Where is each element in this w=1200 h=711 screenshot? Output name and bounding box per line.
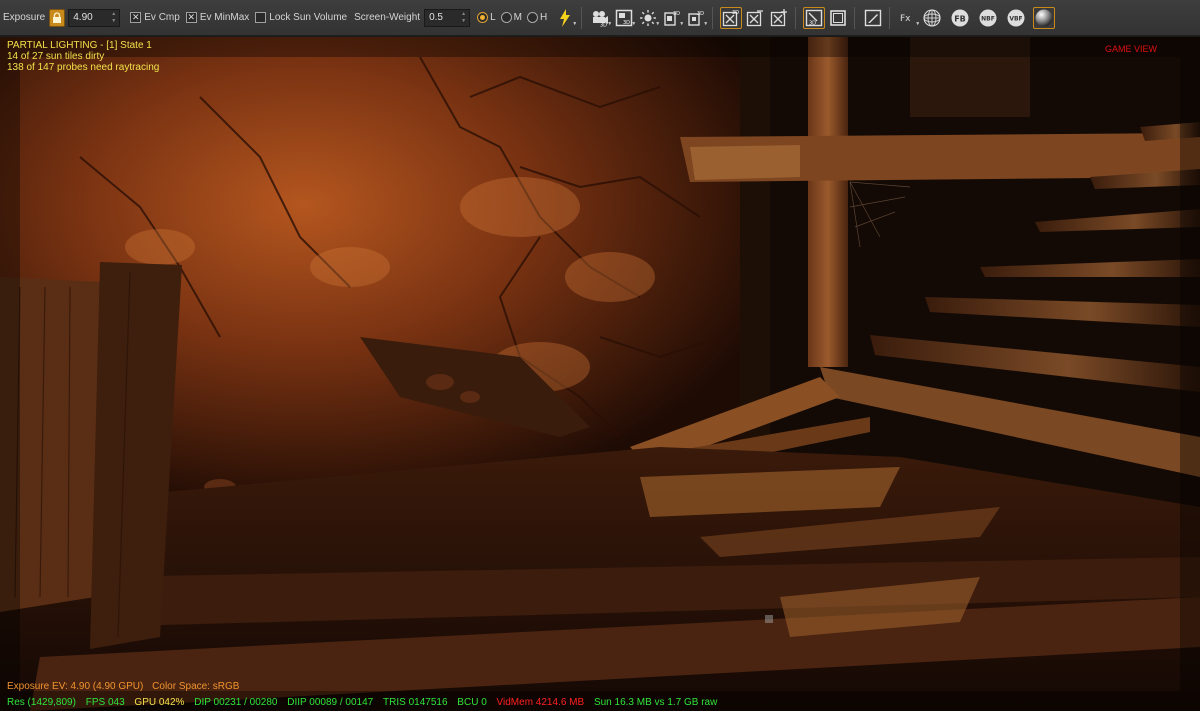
screen-weight-field[interactable]: 0.5 ▲ ▼	[424, 8, 471, 27]
sun-stat: Sun 16.3 MB vs 1.7 GB raw	[593, 697, 718, 708]
material-sphere-button[interactable]	[1033, 6, 1056, 29]
edit-icon	[865, 9, 882, 26]
toolbar-separator	[581, 6, 583, 29]
ev-minmax-label: Ev MinMax	[199, 12, 250, 23]
toolbar-separator	[854, 6, 856, 29]
diip-stat: DIIP 00089 / 00147	[287, 697, 374, 708]
cross-icon	[747, 9, 764, 26]
ev-cmp-checkbox[interactable]: ✕ Ev Cmp	[130, 12, 180, 23]
material-sphere-icon	[1035, 9, 1053, 26]
nbf-button[interactable]: NBF	[977, 7, 999, 29]
ev-minmax-checkbox[interactable]: ✕ Ev MinMax	[185, 12, 250, 23]
bcu-stat: BCU 0	[457, 697, 487, 708]
lock-sun-checkbox[interactable]: Lock Sun Volume	[255, 12, 347, 23]
ev-minmax-check[interactable]: ✕	[185, 12, 197, 23]
toolbar-separator	[712, 6, 714, 29]
add-icon	[771, 8, 788, 26]
exposure-ev-text: Exposure EV: 4.90 (4.90 GPU)	[7, 681, 144, 692]
frame-icon	[830, 9, 847, 26]
svg-text:NBF: NBF	[981, 15, 995, 22]
fx-button[interactable]: Fx ▼	[897, 7, 920, 29]
viewport-3d-toggle[interactable]: 3D	[803, 6, 826, 29]
scene-render[interactable]	[0, 37, 1200, 711]
frame-toggle[interactable]	[827, 7, 849, 29]
cross-toggle[interactable]	[744, 7, 766, 29]
screen-weight-label: Screen-Weight	[354, 12, 421, 23]
vidmem-stat: VidMem 4214.6 MB	[496, 697, 585, 708]
color-space-text: Color Space: sRGB	[152, 681, 240, 692]
svg-text:VBF: VBF	[1010, 15, 1023, 22]
nbf-icon: NBF	[979, 9, 997, 26]
lighting-button[interactable]: ▼	[554, 7, 577, 29]
svg-text:3D: 3D	[673, 11, 680, 17]
radio-m-label: M	[513, 12, 522, 23]
toolbar-separator	[889, 6, 891, 29]
perf-status-line: Res (1429,809) FPS 043 GPU 042% DIP 0023…	[0, 697, 1200, 708]
lightning-icon	[560, 8, 571, 27]
hud-sun-tiles: 14 of 27 sun tiles dirty	[7, 51, 105, 62]
camera-3d-button[interactable]: 3D ▼	[589, 7, 612, 29]
svg-text:Fx: Fx	[900, 14, 911, 24]
volume-3d-button[interactable]: 3D ▼	[685, 7, 708, 29]
radio-m[interactable]	[500, 12, 512, 23]
screen-weight-spinner[interactable]: ▲ ▼	[461, 11, 468, 25]
tris-stat: TRIS 0147516	[383, 697, 448, 708]
grid-3d-icon: 3D	[723, 10, 739, 26]
mesh-sphere-button[interactable]	[921, 7, 943, 29]
dark-post	[740, 37, 770, 437]
game-viewport[interactable]: PARTIAL LIGHTING - [1] State 1 14 of 27 …	[0, 37, 1200, 711]
ev-cmp-label: Ev Cmp	[144, 12, 180, 23]
radio-l-label: L	[490, 12, 496, 23]
fps-stat: FPS 043	[85, 697, 125, 708]
vbf-button[interactable]: VBF	[1005, 7, 1027, 29]
hud-lighting-state: PARTIAL LIGHTING - [1] State 1	[7, 40, 152, 51]
lock-sun-label: Lock Sun Volume	[269, 12, 348, 23]
fb-button[interactable]: FB	[949, 7, 971, 29]
svg-text:3D: 3D	[697, 11, 704, 17]
viewport-3d-icon: 3D	[806, 9, 823, 26]
dip-stat: DIP 00231 / 00280	[194, 697, 278, 708]
exposure-spinner[interactable]: ▲ ▼	[111, 11, 118, 25]
exposure-label: Exposure	[3, 12, 46, 23]
exposure-lock-button[interactable]	[49, 8, 66, 27]
edit-button[interactable]	[862, 7, 884, 29]
vbf-icon: VBF	[1007, 9, 1025, 26]
svg-text:3D: 3D	[809, 20, 816, 26]
add-toggle[interactable]	[768, 7, 790, 29]
exposure-value: 4.90	[73, 12, 93, 23]
game-view-label: GAME VIEW	[1105, 44, 1158, 54]
ev-cmp-check[interactable]: ✕	[130, 12, 142, 23]
render-3d-button[interactable]: 3D ▼	[613, 7, 636, 29]
quality-radio-group: L M H	[477, 12, 552, 23]
lock-icon	[53, 11, 62, 23]
hud-info: PARTIAL LIGHTING - [1] State 1 14 of 27 …	[7, 40, 159, 73]
gpu-stat: GPU 042%	[134, 697, 185, 708]
svg-text:3D: 3D	[732, 10, 739, 16]
radio-h[interactable]	[526, 12, 538, 23]
res-stat: Res (1429,809)	[7, 697, 76, 708]
svg-text:3D: 3D	[623, 20, 630, 26]
screen-weight-value: 0.5	[429, 12, 443, 23]
grid-3d-toggle[interactable]: 3D	[720, 6, 743, 29]
lock-sun-check[interactable]	[255, 12, 267, 23]
svg-text:FB: FB	[954, 14, 966, 23]
radio-h-label: H	[539, 12, 548, 23]
hud-probes: 138 of 147 probes need raytracing	[7, 62, 160, 73]
sun-button[interactable]: ▼	[637, 7, 660, 29]
radio-l[interactable]	[477, 12, 489, 23]
probe-3d-button[interactable]: 3D ▼	[661, 7, 684, 29]
exposure-field[interactable]: 4.90 ▲ ▼	[68, 8, 121, 27]
mesh-sphere-icon	[923, 8, 941, 27]
toolbar-separator	[795, 6, 797, 29]
toolbar: Exposure 4.90 ▲ ▼ ✕ Ev Cmp ✕ Ev MinMax Lo…	[0, 0, 1200, 36]
fb-icon: FB	[951, 9, 969, 26]
wooden-post	[808, 37, 848, 367]
exposure-status-line: Exposure EV: 4.90 (4.90 GPU) Color Space…	[0, 681, 1200, 692]
